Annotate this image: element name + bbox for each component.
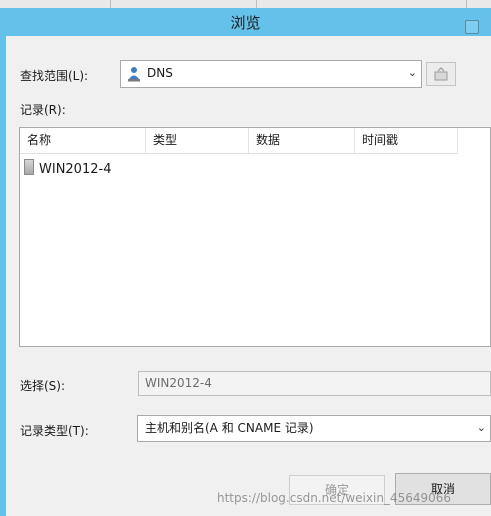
list-item-name: WIN2012-4	[39, 162, 112, 177]
record-type-label: 记录类型(T):	[20, 424, 89, 438]
background-window-strip	[0, 0, 491, 8]
records-label: 记录(R):	[20, 103, 66, 117]
server-icon	[24, 159, 34, 175]
record-type-dropdown[interactable]: 主机和别名(A 和 CNAME 记录) ⌄	[137, 415, 491, 442]
folder-up-button[interactable]	[426, 62, 456, 86]
dns-user-icon	[127, 66, 141, 82]
column-header-type[interactable]: 类型	[146, 128, 249, 153]
selection-label: 选择(S):	[20, 379, 66, 393]
folder-up-icon	[434, 67, 448, 84]
chevron-down-icon[interactable]: ⌄	[477, 421, 486, 434]
record-type-value: 主机和别名(A 和 CNAME 记录)	[145, 421, 314, 435]
records-header: 名称 类型 数据 时间戳	[20, 128, 458, 154]
selection-value: WIN2012-4	[145, 376, 212, 390]
look-in-value: DNS	[147, 66, 173, 80]
watermark-text: https://blog.csdn.net/weixin_45649066	[217, 491, 452, 505]
look-in-label: 查找范围(L):	[20, 69, 89, 83]
column-header-data[interactable]: 数据	[249, 128, 355, 153]
records-listview[interactable]: 名称 类型 数据 时间戳 WIN2012-4	[19, 127, 491, 347]
look-in-combobox[interactable]: DNS ⌄	[120, 60, 422, 88]
column-header-timestamp[interactable]: 时间戳	[355, 128, 458, 153]
list-item[interactable]: WIN2012-4	[24, 159, 111, 177]
chevron-down-icon[interactable]: ⌄	[408, 66, 417, 79]
column-header-name[interactable]: 名称	[20, 128, 146, 153]
selection-field[interactable]: WIN2012-4	[138, 371, 491, 396]
window-title: 浏览	[230, 14, 261, 32]
